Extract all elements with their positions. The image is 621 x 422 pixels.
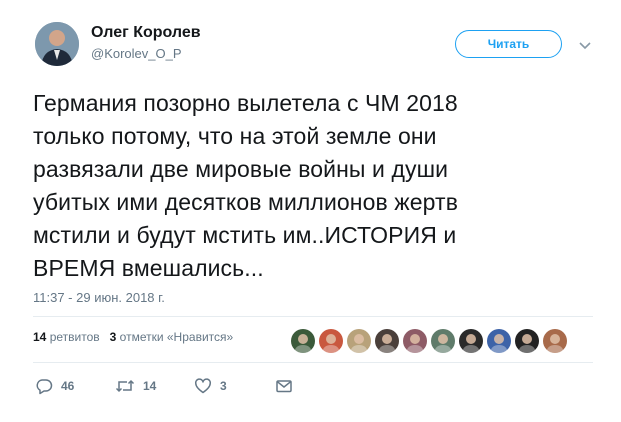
retweet-button[interactable]: 14 [115, 377, 156, 395]
liker-avatar-1[interactable] [290, 328, 316, 354]
liker-avatar-7[interactable] [458, 328, 484, 354]
likes-count: 3 [109, 330, 117, 344]
reply-icon [36, 379, 53, 395]
chevron-down-icon[interactable] [578, 38, 592, 50]
liker-avatar-8[interactable] [486, 328, 512, 354]
liker-avatars [290, 328, 570, 354]
retweet-icon [115, 379, 135, 393]
like-count: 3 [220, 379, 227, 393]
avatar[interactable] [35, 22, 79, 66]
liker-avatar-2[interactable] [318, 328, 344, 354]
retweets-label: ретвитов [49, 330, 100, 344]
follow-button[interactable]: Читать [455, 30, 562, 58]
liker-avatar-9[interactable] [514, 328, 540, 354]
author-handle[interactable]: @Korolev_O_P [91, 46, 182, 61]
retweets-stat[interactable]: 14 ретвитов [33, 330, 100, 344]
divider [33, 316, 593, 317]
liker-avatar-4[interactable] [374, 328, 400, 354]
heart-icon [195, 378, 211, 394]
author-name[interactable]: Олег Королев [91, 24, 201, 42]
liker-avatar-10[interactable] [542, 328, 568, 354]
liker-avatar-3[interactable] [346, 328, 372, 354]
retweets-count: 14 [33, 330, 47, 344]
reply-button[interactable]: 46 [35, 377, 74, 395]
retweet-count: 14 [143, 379, 157, 393]
person-in-suit-avatar [35, 22, 79, 66]
likes-label: отметки «Нравится» [119, 330, 234, 344]
liker-avatar-6[interactable] [430, 328, 456, 354]
divider [33, 362, 593, 363]
reply-count: 46 [61, 379, 75, 393]
tweet-text: Германия позорно вылетела с ЧМ 2018 толь… [33, 90, 459, 281]
liker-avatar-5[interactable] [402, 328, 428, 354]
tweet-timestamp[interactable]: 11:37 - 29 июн. 2018 г. [33, 290, 165, 305]
envelope-icon [276, 380, 292, 393]
engagement-stats: 14 ретвитов 3 отметки «Нравится» [33, 330, 243, 344]
direct-message-button[interactable] [275, 377, 293, 395]
like-button[interactable]: 3 [194, 377, 227, 395]
likes-stat[interactable]: 3 отметки «Нравится» [110, 330, 234, 344]
